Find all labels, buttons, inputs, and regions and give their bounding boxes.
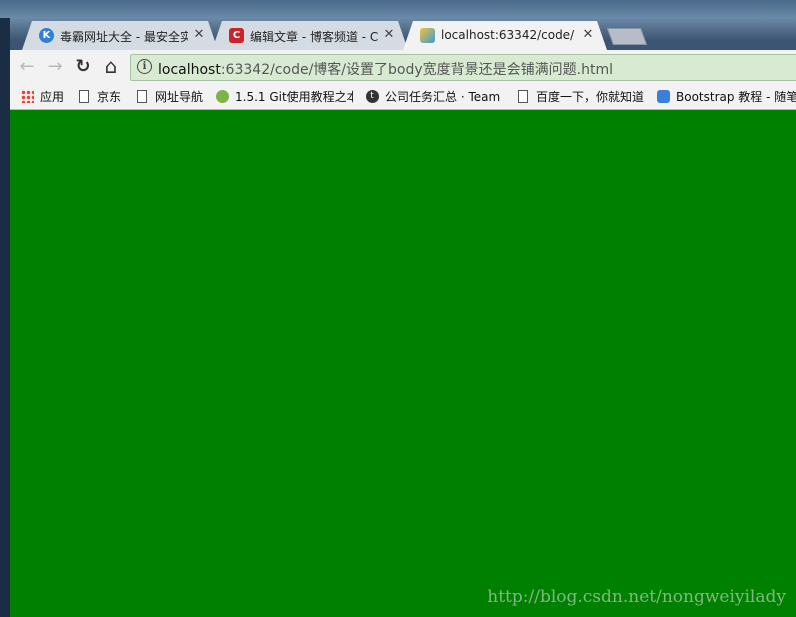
webstorm-icon <box>420 28 435 43</box>
bookmarks-bar: 应用 京东 网址导航 1.5.1 Git使用教程之本 t 公司任务汇总 · Te… <box>10 83 796 110</box>
url-path: :63342/code/博客/设置了body宽度背景还是会铺满问题.html <box>220 62 613 78</box>
window-frame <box>0 18 10 617</box>
bookmark-git[interactable]: 1.5.1 Git使用教程之本 <box>215 87 353 105</box>
bookmark-baidu[interactable]: 百度一下，你就知道 <box>516 87 650 105</box>
bookmark-label: 百度一下，你就知道 <box>536 89 645 104</box>
close-icon[interactable]: ✕ <box>581 27 595 42</box>
bookmark-teambition[interactable]: t 公司任务汇总 · Team <box>365 87 505 105</box>
page-icon <box>77 89 91 103</box>
bookmark-nav[interactable]: 网址导航 <box>135 87 203 105</box>
bookmark-apps[interactable]: 应用 <box>20 87 64 105</box>
url-text[interactable]: localhost:63342/code/博客/设置了body宽度背景还是会铺满… <box>158 59 613 79</box>
new-tab-button[interactable] <box>606 28 648 45</box>
page-icon <box>135 89 149 103</box>
tab-title: localhost:63342/code/ <box>441 28 575 42</box>
bookmark-label: 网址导航 <box>155 89 204 104</box>
tab-duba[interactable]: K 毒霸网址大全 - 最安全实 ✕ <box>22 21 218 50</box>
teambition-icon: t <box>365 89 379 103</box>
bookmark-jd[interactable]: 京东 <box>77 87 121 105</box>
back-button[interactable]: ← <box>16 55 38 77</box>
tab-csdn-edit[interactable]: C 编辑文章 - 博客频道 - CS ✕ <box>212 21 408 50</box>
browser-window: K 毒霸网址大全 - 最安全实 ✕ C 编辑文章 - 博客频道 - CS ✕ l… <box>0 0 796 617</box>
watermark: http://blog.csdn.net/nongweiyilady <box>487 587 786 607</box>
bookmark-label: 1.5.1 Git使用教程之本 <box>235 89 353 104</box>
bookmark-bootstrap[interactable]: Bootstrap 教程 - 随笔 <box>656 87 796 105</box>
tab-title: 毒霸网址大全 - 最安全实 <box>60 30 188 44</box>
close-icon[interactable]: ✕ <box>382 27 396 42</box>
address-bar[interactable]: i localhost:63342/code/博客/设置了body宽度背景还是会… <box>130 54 796 81</box>
csdn-logo-icon: C <box>229 28 244 43</box>
close-icon[interactable]: ✕ <box>192 27 206 42</box>
tab-strip: K 毒霸网址大全 - 最安全实 ✕ C 编辑文章 - 博客频道 - CS ✕ l… <box>10 18 796 50</box>
page-viewport: http://blog.csdn.net/nongweiyilady <box>10 110 796 617</box>
tab-title: 编辑文章 - 博客频道 - CS <box>250 30 378 44</box>
reload-button[interactable]: ↻ <box>72 55 94 77</box>
forward-button[interactable]: → <box>44 55 66 77</box>
bootstrap-icon <box>656 89 670 103</box>
bookmark-label: 公司任务汇总 · Team <box>385 89 501 104</box>
bookmark-label: Bootstrap 教程 - 随笔 <box>676 89 796 104</box>
gitbook-icon <box>215 89 229 103</box>
tab-localhost[interactable]: localhost:63342/code/ ✕ <box>403 21 607 50</box>
home-button[interactable]: ⌂ <box>100 54 122 78</box>
page-icon <box>516 89 530 103</box>
bookmark-label: 应用 <box>40 89 65 104</box>
info-icon[interactable]: i <box>137 59 152 74</box>
toolbar: ← → ↻ ⌂ i localhost:63342/code/博客/设置了bod… <box>10 50 796 83</box>
url-host: localhost <box>158 62 221 78</box>
bookmark-label: 京东 <box>97 89 122 104</box>
k-logo-icon: K <box>39 28 54 43</box>
apps-icon <box>20 89 34 103</box>
